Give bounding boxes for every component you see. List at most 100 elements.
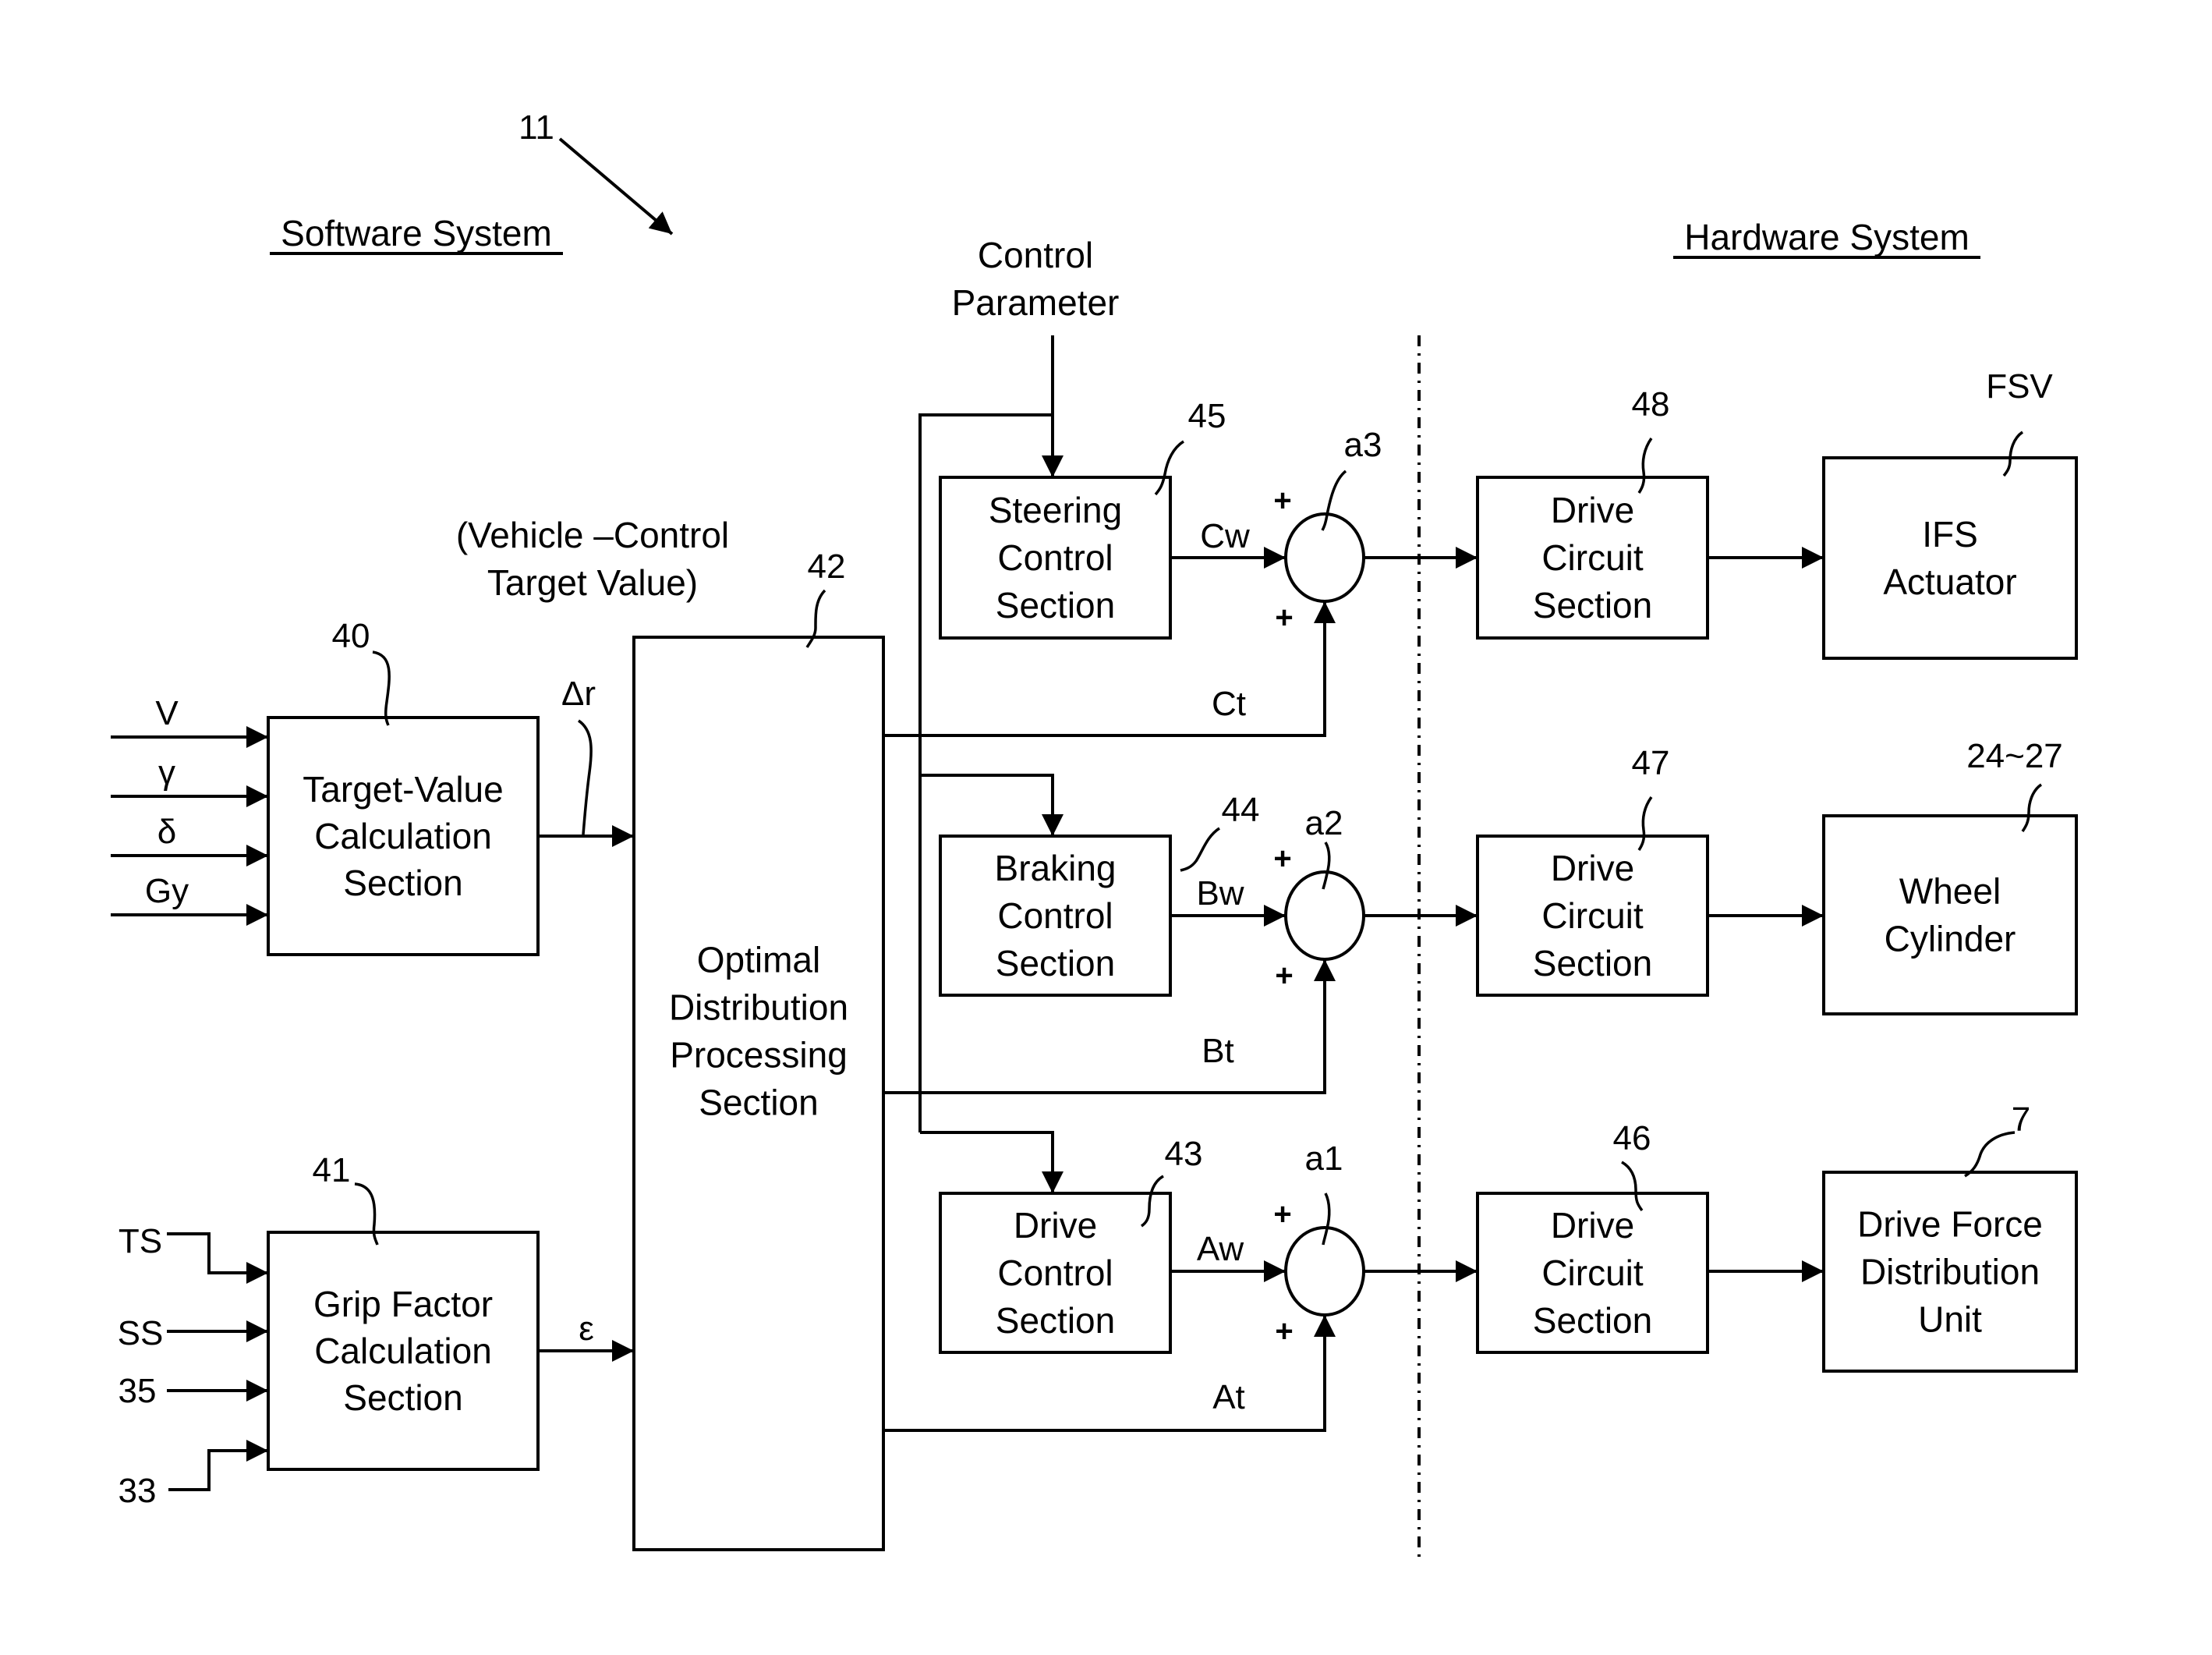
input-signal-label: 33 (119, 1472, 157, 1510)
input-signal-label: TS (119, 1222, 162, 1260)
plus-sign-top: + (1273, 484, 1291, 518)
block-label-line: Section (996, 1300, 1115, 1341)
block-label-line: Actuator (1883, 562, 2016, 602)
summing-junction-a1: + + a1 (1273, 1139, 1365, 1348)
figure-ref-11: 11 (518, 108, 554, 147)
block-label-line: Circuit (1541, 1253, 1644, 1293)
block-steering-control: Steering Control Section (939, 476, 1172, 640)
plus-sign-top: + (1273, 1197, 1291, 1232)
ref-numeral: 45 (1188, 397, 1226, 435)
block-label-line: Drive (1551, 848, 1634, 888)
block-label-line: Distribution (1860, 1252, 2040, 1292)
cw-label: Cw (1200, 517, 1250, 555)
input-signal-label: γ (158, 753, 175, 792)
block-grip-factor: Grip Factor Calculation Section (267, 1231, 540, 1471)
block-label-line: Section (1533, 943, 1652, 983)
block-label-line: Calculation (314, 1331, 492, 1371)
block-target-value: Target-Value Calculation Section (267, 716, 540, 956)
block-wheel-cylinder: Wheel Cylinder (1822, 814, 2078, 1015)
block-label-line: Section (996, 585, 1115, 625)
plus-sign-bottom: + (1275, 601, 1293, 635)
block-label-line: Drive (1014, 1205, 1097, 1246)
input-arrow-33 (168, 1440, 268, 1491)
block-braking-control: Braking Control Section (939, 835, 1172, 997)
control-parameter-label-2: Parameter (952, 282, 1120, 323)
ref-numeral: 44 (1222, 791, 1260, 829)
control-parameter-label-1: Control (978, 235, 1093, 275)
input-signal-label: SS (118, 1314, 164, 1352)
block-label-line: Grip Factor (313, 1284, 493, 1324)
block-label-line: Section (1533, 585, 1652, 625)
block-drive-circuit-drive: Drive Circuit Section (1476, 1192, 1709, 1354)
block-label-line: Cylinder (1885, 919, 2016, 959)
plus-sign-top: + (1273, 842, 1291, 876)
input-arrow-ts (167, 1232, 268, 1284)
ct-label: Ct (1212, 685, 1246, 723)
epsilon-label: ε (579, 1309, 594, 1348)
block-label-line: Section (343, 1377, 462, 1418)
input-signal-label: 35 (119, 1372, 157, 1410)
target-value-note-2: Target Value) (487, 562, 698, 603)
input-signal-label: Gy (145, 872, 189, 910)
block-label-line: Section (699, 1083, 818, 1123)
block-label-line: IFS (1922, 514, 1978, 555)
software-system-heading: Software System (281, 213, 552, 253)
block-label-line: Circuit (1541, 895, 1644, 936)
block-label-line: Section (343, 863, 462, 903)
control-system-block-diagram: Software System Hardware System 11 Contr… (111, 108, 2078, 1558)
ref-leader-line (372, 650, 391, 726)
delta-r-label: Δr (561, 675, 596, 713)
input-signal-label: V (155, 694, 179, 732)
block-label-line: Control (997, 895, 1113, 936)
ref-numeral: 43 (1165, 1135, 1203, 1173)
block-optimal-distribution: Optimal Distribution Processing Section (632, 636, 885, 1551)
block-label-line: Target-Value (303, 769, 503, 810)
block-ifs-actuator: IFS Actuator (1822, 456, 2078, 660)
block-frame (1822, 456, 2078, 660)
ref-numeral: FSV (1986, 367, 2053, 406)
ref-numeral: 41 (313, 1151, 351, 1189)
block-drive-force-unit: Drive Force Distribution Unit (1822, 1171, 2078, 1373)
block-label-line: Wheel (1899, 871, 2001, 912)
ref-numeral: 47 (1632, 744, 1670, 782)
ref-numeral: 40 (332, 617, 370, 655)
target-value-note-1: (Vehicle –Control (456, 515, 729, 555)
block-label-line: Processing (670, 1035, 848, 1076)
block-label-line: Braking (995, 848, 1117, 888)
block-label-line: Optimal (697, 940, 820, 980)
block-label-line: Section (1533, 1300, 1652, 1341)
block-label-line: Drive Force (1857, 1204, 2043, 1245)
block-label-line: Steering (989, 490, 1122, 530)
block-label-line: Circuit (1541, 537, 1644, 578)
block-drive-control: Drive Control Section (939, 1192, 1172, 1354)
block-label-line: Distribution (669, 987, 848, 1028)
block-drive-circuit-steer: Drive Circuit Section (1476, 476, 1709, 640)
block-label-line: Calculation (314, 816, 492, 856)
adder-ref-label: a3 (1344, 426, 1382, 464)
block-label-line: Control (997, 1253, 1113, 1293)
adder-ref-label: a2 (1305, 804, 1343, 842)
bus-to-braking (920, 774, 1064, 836)
block-label-line: Drive (1551, 490, 1634, 530)
block-label-line: Section (996, 943, 1115, 983)
ref-numeral: 42 (808, 548, 846, 586)
block-label-line: Drive (1551, 1205, 1634, 1246)
ref-leader-line (1180, 827, 1221, 872)
adder-ref-label: a1 (1305, 1139, 1343, 1178)
block-drive-circuit-brake: Drive Circuit Section (1476, 835, 1709, 997)
block-frame (1822, 814, 2078, 1015)
figure-ref-arrow (558, 137, 674, 236)
aw-label: Aw (1197, 1230, 1244, 1268)
summing-junction-a2: + + a2 (1273, 804, 1365, 993)
plus-sign-bottom: + (1275, 959, 1293, 993)
bt-label: Bt (1202, 1032, 1234, 1070)
ref-numeral: 46 (1613, 1119, 1651, 1157)
ref-numeral: 24~27 (1966, 737, 2063, 775)
bus-to-drive (920, 1131, 1064, 1193)
summing-junction-a3: + + a3 (1273, 426, 1382, 635)
ref-numeral: 48 (1632, 385, 1670, 423)
bw-label: Bw (1196, 874, 1244, 913)
at-label: At (1212, 1378, 1245, 1416)
input-signal-label: δ (157, 813, 177, 851)
block-label-line: Unit (1918, 1299, 1982, 1340)
